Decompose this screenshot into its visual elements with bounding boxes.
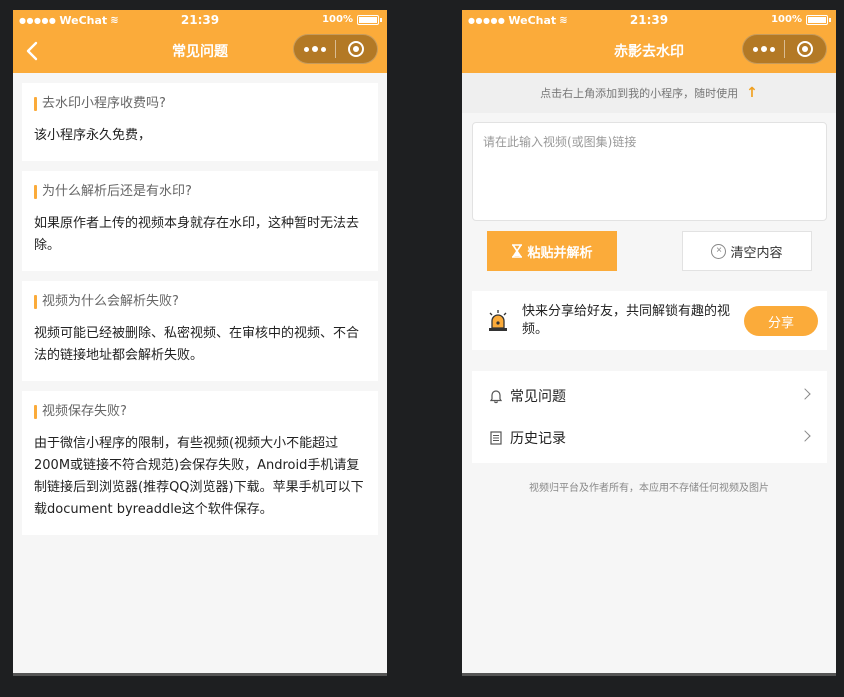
add-to-miniprogram-tip: 点击右上角添加到我的小程序，随时使用 ↑ [462,73,836,113]
share-text: 快来分享给好友，共同解锁有趣的视频。 [522,304,731,337]
clear-button-label: 清空内容 [730,244,783,260]
alarm-light-icon [489,310,507,331]
close-miniprogram-icon[interactable] [336,41,377,57]
faq-phone-screen: ●●●●● WeChat ≋ 21:39 100% 常见问题 去水印小程序收费吗… [13,10,387,676]
faq-item: 视频为什么会解析失败? 视频可能已经被删除、私密视频、在审核中的视频、不合法的链… [22,281,378,381]
menu-item-label: 历史记录 [510,431,566,447]
status-bar: ●●●●● WeChat ≋ 21:39 100% [13,10,387,30]
hourglass-icon [512,244,523,258]
nav-header: ●●●●● WeChat ≋ 21:39 100% 赤影去水印 [462,10,836,73]
menu-item-label: 常见问题 [510,389,566,405]
battery-percent: 100% [771,14,802,25]
faq-question: 为什么解析后还是有水印? [34,183,366,201]
more-icon[interactable] [294,46,335,52]
menu-list: 常见问题 历史记录 [472,371,827,463]
battery-icon [806,14,831,25]
paste-and-parse-button[interactable]: 粘贴并解析 [487,231,617,271]
clear-circle-icon: × [711,243,727,259]
share-card: 快来分享给好友，共同解锁有趣的视频。 分享 [472,291,827,350]
faq-item: 去水印小程序收费吗? 该小程序永久免费， [22,83,378,161]
faq-list: 去水印小程序收费吗? 该小程序永久免费， 为什么解析后还是有水印? 如果原作者上… [13,73,387,555]
faq-answer: 该小程序永久免费， [34,128,152,143]
clear-content-button[interactable]: × 清空内容 [682,231,812,271]
faq-item: 为什么解析后还是有水印? 如果原作者上传的视频本身就存在水印，这种暂时无法去除。 [22,171,378,271]
faq-question: 去水印小程序收费吗? [34,95,366,113]
link-input[interactable]: 请在此输入视频(或图集)链接 [472,122,827,221]
faq-answer: 由于微信小程序的限制，有些视频(视频大小不能超过200M或链接不符合规范)会保存… [34,436,364,517]
faq-answer: 如果原作者上传的视频本身就存在水印，这种暂时无法去除。 [34,216,360,253]
close-miniprogram-icon[interactable] [785,41,826,57]
tip-text: 点击右上角添加到我的小程序，随时使用 [540,87,739,100]
document-icon [490,431,502,445]
share-button[interactable]: 分享 [744,306,818,336]
bell-icon [489,390,503,404]
battery-percent: 100% [322,14,353,25]
status-bar: ●●●●● WeChat ≋ 21:39 100% [462,10,836,30]
chevron-right-icon [799,430,811,442]
chevron-right-icon [799,388,811,400]
faq-answer: 视频可能已经被删除、私密视频、在审核中的视频、不合法的链接地址都会解析失败。 [34,326,360,363]
menu-item-faq[interactable]: 常见问题 [472,375,827,417]
home-indicator [462,673,836,676]
more-icon[interactable] [743,46,784,52]
paste-button-label: 粘贴并解析 [527,244,593,260]
faq-question: 视频保存失败? [34,403,366,421]
link-input-placeholder: 请在此输入视频(或图集)链接 [483,135,637,149]
battery-icon [357,14,382,25]
disclaimer-text: 视频归平台及作者所有，本应用不存储任何视频及图片 [529,483,769,494]
faq-item: 视频保存失败? 由于微信小程序的限制，有些视频(视频大小不能超过200M或链接不… [22,391,378,535]
mini-program-capsule [742,34,827,64]
faq-question: 视频为什么会解析失败? [34,293,366,311]
up-arrow-icon: ↑ [746,85,758,101]
mini-program-capsule [293,34,378,64]
nav-header: ●●●●● WeChat ≋ 21:39 100% 常见问题 [13,10,387,73]
home-indicator [13,673,387,676]
main-phone-screen: ●●●●● WeChat ≋ 21:39 100% 赤影去水印 点击右上角添加到… [462,10,836,676]
action-button-row: 粘贴并解析 × 清空内容 [462,221,836,281]
menu-item-history[interactable]: 历史记录 [472,417,827,459]
